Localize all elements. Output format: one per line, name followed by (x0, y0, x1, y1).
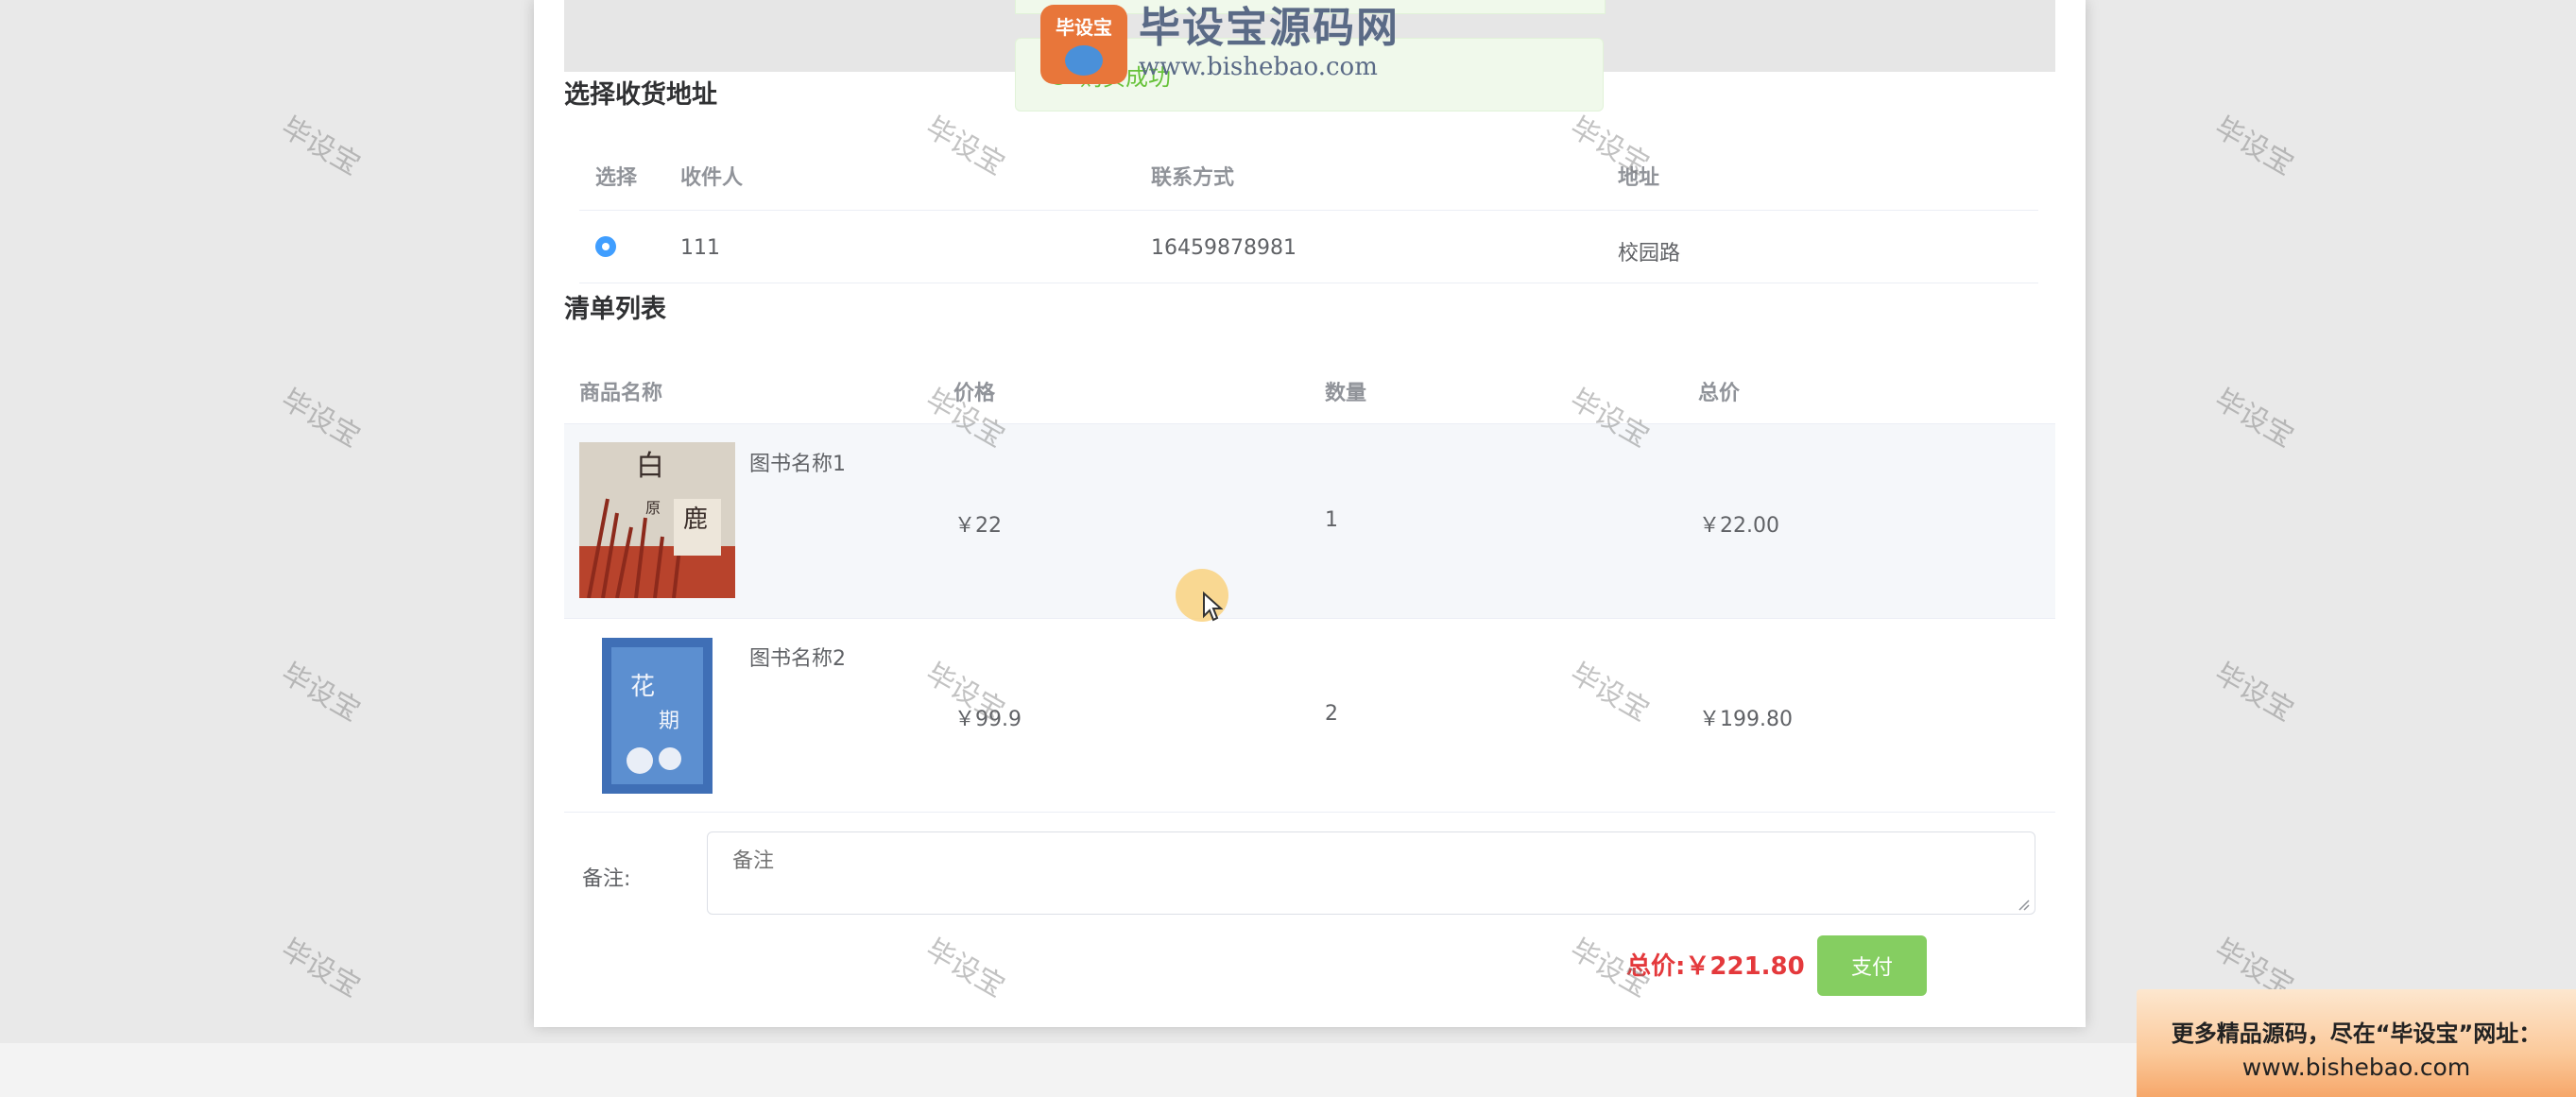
item-qty-2: 2 (1325, 702, 1338, 726)
address-section-title: 选择收货地址 (564, 80, 717, 110)
remark-label: 备注: (582, 867, 631, 891)
item-price-2: ￥99.9 (954, 708, 1022, 731)
item-total-1: ￥22.00 (1699, 514, 1779, 538)
list-section-title: 清单列表 (564, 295, 666, 324)
watermark: 毕设宝 (275, 657, 366, 728)
watermark: 毕设宝 (275, 383, 366, 454)
logo-title: 毕设宝源码网 (1139, 4, 1400, 52)
address-header-phone: 联系方式 (1151, 166, 1235, 190)
radio-dot-icon (602, 243, 610, 250)
logo-badge: 毕设宝 (1040, 5, 1127, 84)
address-recipient: 111 (680, 236, 720, 260)
watermark: 毕设宝 (275, 933, 366, 1004)
address-header-divider (579, 210, 2038, 211)
list-header-price: 价格 (953, 382, 996, 405)
book-cover-1: 白 鹿 原 (579, 442, 735, 598)
list-header-qty: 数量 (1325, 382, 1367, 405)
logo-url: www.bishebao.com (1139, 53, 1378, 81)
list-header-total: 总价 (1698, 382, 1741, 405)
item-divider-1 (564, 618, 2055, 619)
logo-badge-text: 毕设宝 (1056, 16, 1112, 39)
item-price-1: ￥22 (954, 514, 1002, 538)
list-header-name: 商品名称 (579, 382, 663, 405)
address-header-recipient: 收件人 (680, 166, 744, 190)
watermark: 毕设宝 (2208, 657, 2299, 728)
site-logo: 毕设宝 毕设宝源码网 www.bishebao.com (1040, 5, 1400, 84)
item-qty-1: 1 (1325, 508, 1338, 532)
mascot-icon (1065, 45, 1103, 76)
svg-text:花: 花 (630, 673, 655, 701)
item-name-1: 图书名称1 (749, 453, 846, 476)
total-price: 总价:￥221.80 (1626, 952, 1805, 981)
promo-url[interactable]: www.bishebao.com (2137, 1051, 2576, 1085)
watermark: 毕设宝 (275, 111, 366, 182)
svg-text:白: 白 (636, 450, 664, 483)
pay-button[interactable]: 支付 (1817, 935, 1927, 996)
watermark: 毕设宝 (2208, 383, 2299, 454)
promo-text: 更多精品源码，尽在“毕设宝”网址： (2171, 1020, 2542, 1047)
address-header-select: 选择 (595, 166, 638, 190)
address-text: 校园路 (1618, 242, 1681, 266)
promo-banner[interactable]: 更多精品源码，尽在“毕设宝”网址： www.bishebao.com (2137, 989, 2576, 1097)
book-cover-2: 花 期 (602, 638, 713, 794)
item-name-2: 图书名称2 (749, 647, 846, 671)
item-total-2: ￥199.80 (1699, 708, 1793, 731)
svg-text:期: 期 (659, 710, 679, 733)
address-phone: 16459878981 (1151, 236, 1297, 260)
item-divider-2 (564, 812, 2055, 813)
svg-text:原: 原 (645, 499, 661, 517)
remark-textarea[interactable] (707, 831, 2035, 915)
watermark: 毕设宝 (2208, 111, 2299, 182)
resize-grip-icon[interactable] (2017, 898, 2030, 911)
mouse-pointer-icon (1203, 591, 1223, 622)
address-radio-selected[interactable] (595, 236, 616, 257)
address-header-address: 地址 (1618, 166, 1660, 190)
svg-text:鹿: 鹿 (683, 506, 708, 534)
